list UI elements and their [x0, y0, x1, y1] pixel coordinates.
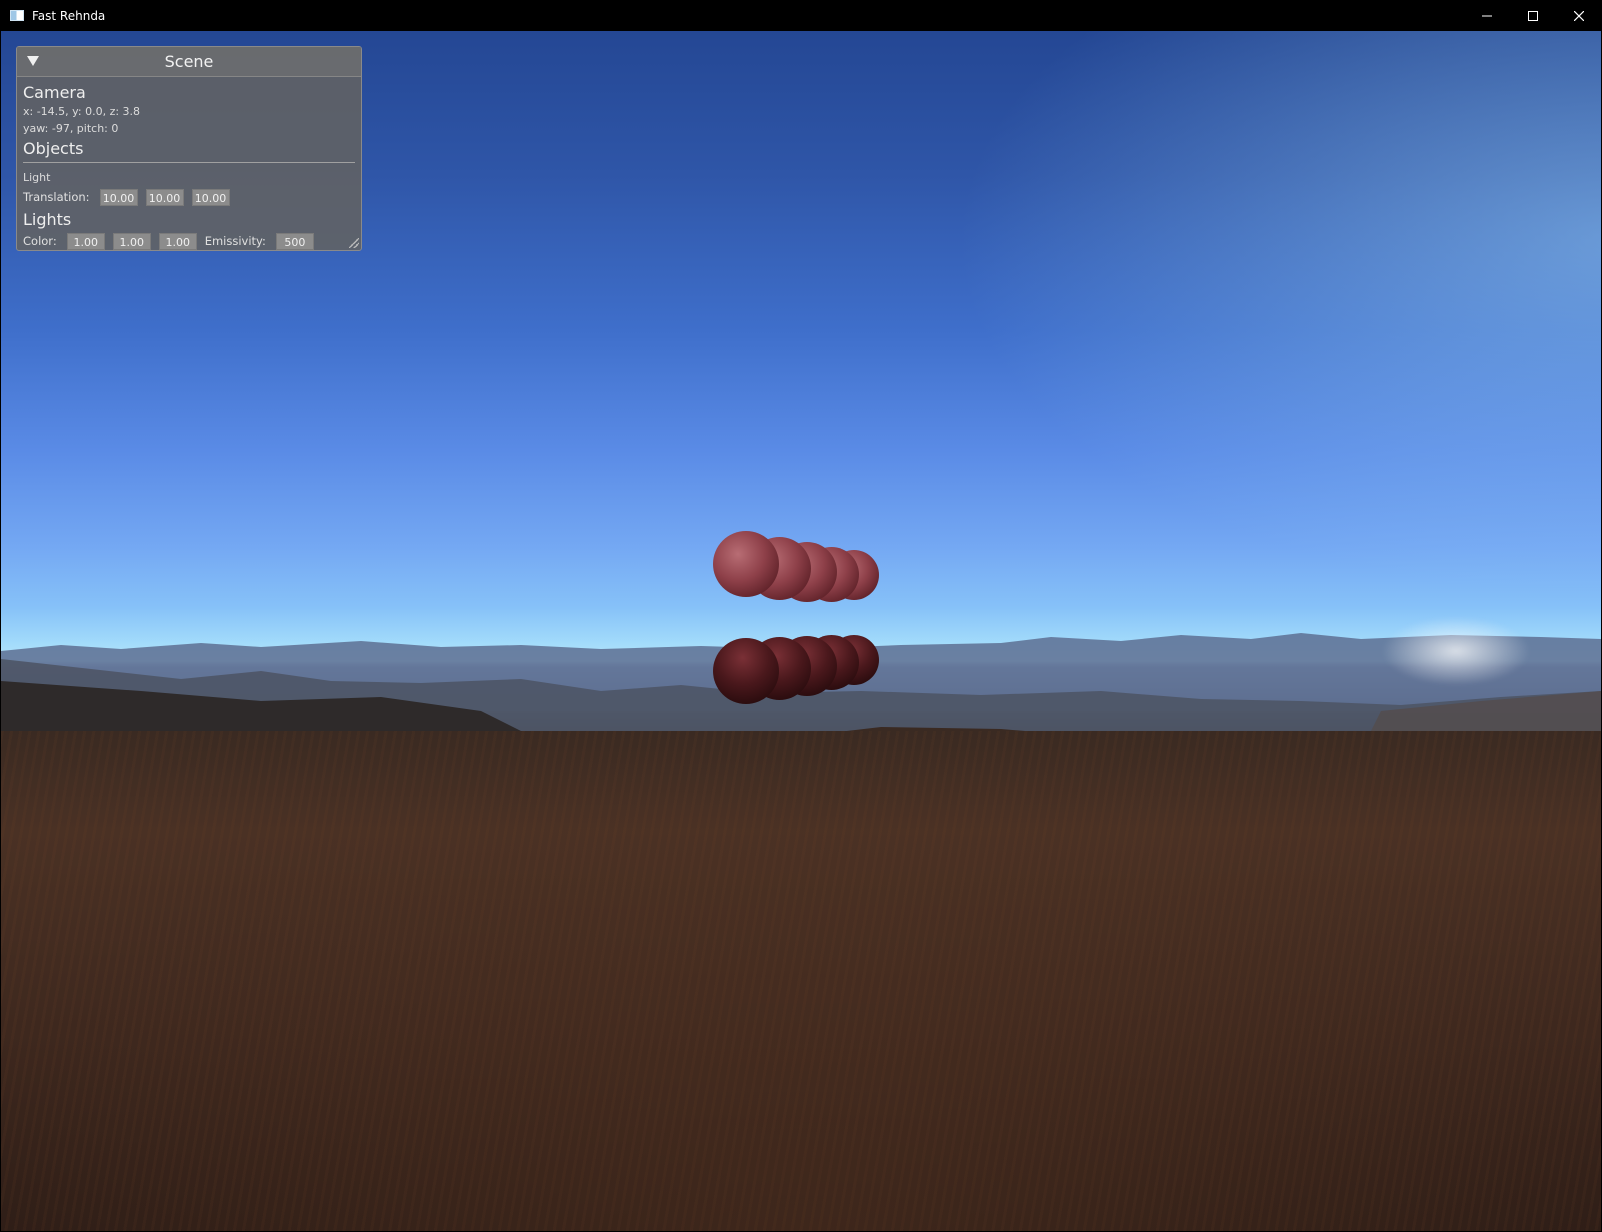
camera-orientation: yaw: -97, pitch: 0 — [23, 122, 119, 135]
camera-position: x: -14.5, y: 0.0, z: 3.8 — [23, 105, 141, 118]
maximize-button[interactable] — [1510, 0, 1556, 31]
emissivity-field[interactable]: 500 — [275, 232, 314, 250]
emissivity-label: Emissivity: — [204, 234, 266, 248]
translation-x-field[interactable]: 10.00 — [99, 188, 138, 206]
translation-row: Translation: 10.00 10.00 10.00 — [23, 186, 355, 208]
maximize-icon — [1528, 10, 1538, 21]
minimize-icon — [1482, 15, 1492, 16]
color-label: Color: — [23, 234, 57, 248]
minimize-button[interactable] — [1464, 0, 1510, 31]
window-controls — [1464, 0, 1602, 31]
scene-panel-header[interactable]: Scene — [17, 47, 361, 77]
sky-glow — [901, 31, 1601, 631]
scene-panel[interactable]: Scene Camera x: -14.5, y: 0.0, z: 3.8 ya… — [16, 46, 362, 251]
window-titlebar[interactable]: Fast Rehnda — [0, 0, 1602, 31]
color-r-field[interactable]: 1.00 — [66, 232, 105, 250]
objects-heading: Objects — [23, 139, 84, 158]
camera-heading: Camera — [23, 83, 86, 102]
color-b-field[interactable]: 1.00 — [158, 232, 197, 250]
light-color-row: Color: 1.00 1.00 1.00 Emissivity: 500 — [23, 230, 355, 252]
close-icon — [1574, 10, 1584, 21]
translation-label: Translation: — [23, 190, 90, 204]
translation-y-field[interactable]: 10.00 — [145, 188, 184, 206]
app-icon — [10, 10, 24, 21]
sphere — [713, 638, 779, 704]
sphere — [713, 531, 779, 597]
close-button[interactable] — [1556, 0, 1602, 31]
scene-panel-body: Camera x: -14.5, y: 0.0, z: 3.8 yaw: -97… — [17, 77, 361, 252]
smoke-plume — [1381, 616, 1531, 686]
resize-grip-icon[interactable] — [349, 238, 359, 248]
window-title: Fast Rehnda — [32, 8, 106, 23]
panel-title: Scene — [164, 52, 214, 71]
collapse-arrow-icon[interactable] — [27, 56, 39, 66]
lights-heading: Lights — [23, 210, 72, 229]
object-name: Light — [23, 171, 51, 184]
translation-z-field[interactable]: 10.00 — [191, 188, 230, 206]
grassy-ground — [1, 731, 1601, 1231]
color-g-field[interactable]: 1.00 — [112, 232, 151, 250]
section-separator — [23, 162, 355, 163]
